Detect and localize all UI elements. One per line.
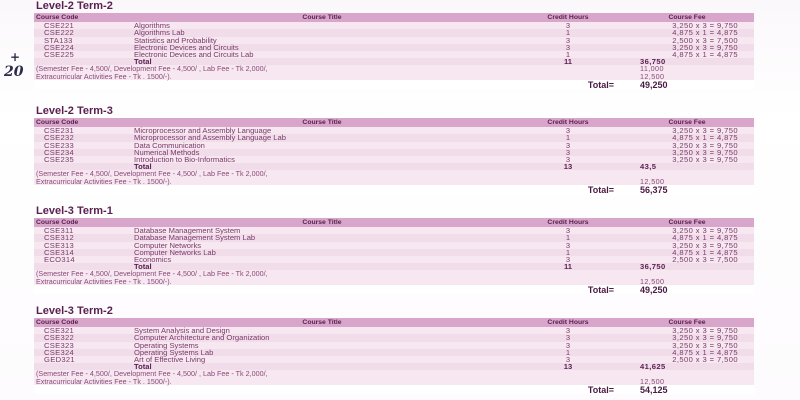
total-fee: 43,5 (640, 162, 657, 172)
course-code: CSE235 (44, 155, 75, 165)
section-title: Level-2 Term-2 (36, 0, 113, 12)
section-title: Level-3 Term-2 (36, 305, 113, 317)
header-course-title: Course Title (302, 14, 342, 21)
section: Level-3 Term-2 Course Code Course Title Cre… (34, 305, 754, 394)
course-title: Computer Networks Lab (134, 247, 216, 257)
course-title: Economics (134, 255, 172, 265)
grand-total-label: Total= (587, 184, 614, 195)
extracurricular-note-row: Extracurricular Activities Fee - Tk . 15… (34, 71, 754, 81)
extracurricular-value: 12,500 (640, 176, 665, 186)
grand-total-label: Total= (587, 79, 614, 90)
grand-total-row: Total= 54,125 (34, 384, 754, 395)
grand-total-value: 56,375 (640, 184, 668, 195)
table-body: CSE311 Database Management System 3 3,250 x… (34, 227, 754, 294)
section: Level-3 Term-1 Course Code Course Title Cre… (34, 205, 754, 294)
grand-total-value: 49,250 (640, 79, 668, 90)
fee-structure-page: + 20 Level-2 Term-2 Course Code Course Tit… (0, 0, 800, 400)
total-hours: 11 (563, 57, 573, 67)
course-code: GED321 (44, 355, 75, 365)
table-body: CSE321 System Analysis and Design 3 3,250 x… (34, 327, 754, 394)
course-title: Algorithms (134, 21, 170, 31)
total-hours: 13 (563, 162, 573, 172)
course-title: Electronic Devices and Circuits Lab (134, 50, 254, 60)
table-body: CSE231 Microprocessor and Assembly Langua… (34, 127, 754, 194)
extracurricular-note: Extracurricular Activities Fee - Tk . 15… (36, 376, 172, 386)
total-hours: 11 (563, 262, 573, 272)
course-fee-table: Course Code Course Title Credit Hours Cours… (34, 218, 754, 294)
course-code: ECO314 (44, 255, 75, 265)
extracurricular-value: 12,500 (640, 276, 665, 286)
handwritten-number-mark: 20 (4, 64, 24, 80)
grand-total-label: Total= (587, 384, 614, 395)
total-hours: 13 (563, 362, 573, 372)
extracurricular-note: Extracurricular Activities Fee - Tk . 15… (36, 71, 172, 81)
course-fee-table: Course Code Course Title Credit Hours Cours… (34, 13, 754, 89)
handwritten-plus-mark: + (10, 50, 21, 64)
course-title: Introduction to Bio-Informatics (134, 155, 235, 165)
grand-total-row: Total= 56,375 (34, 184, 754, 195)
total-fee: 41,625 (640, 362, 666, 372)
extracurricular-note-row: Extracurricular Activities Fee - Tk . 15… (34, 176, 754, 186)
grand-total-row: Total= 49,250 (34, 284, 754, 295)
grand-total-label: Total= (587, 284, 614, 295)
total-fee: 36,750 (640, 262, 666, 272)
section: Level-2 Term-3 Course Code Course Title Cre… (34, 105, 754, 194)
extracurricular-value: 12,500 (640, 71, 665, 81)
course-fee-table: Course Code Course Title Credit Hours Cours… (34, 318, 754, 394)
table-body: CSE221 Algorithms 3 3,250 x 3 = 9,750 CSE222… (34, 22, 754, 89)
section: Level-2 Term-2 Course Code Course Title Cre… (34, 0, 754, 89)
section-title: Level-2 Term-3 (36, 105, 113, 117)
extracurricular-note-row: Extracurricular Activities Fee - Tk . 15… (34, 276, 754, 286)
course-fee-table: Course Code Course Title Credit Hours Cours… (34, 118, 754, 194)
grand-total-value: 49,250 (640, 284, 668, 295)
extracurricular-value: 12,500 (640, 376, 665, 386)
grand-total-value: 54,125 (640, 384, 668, 395)
course-title: Art of Effective Living (134, 355, 206, 365)
extracurricular-note: Extracurricular Activities Fee - Tk . 15… (36, 276, 172, 286)
grand-total-row: Total= 49,250 (34, 79, 754, 90)
section-title: Level-3 Term-1 (36, 205, 113, 217)
extracurricular-note: Extracurricular Activities Fee - Tk . 15… (36, 176, 172, 186)
extracurricular-note-row: Extracurricular Activities Fee - Tk . 15… (34, 376, 754, 386)
course-code: CSE225 (44, 50, 75, 60)
